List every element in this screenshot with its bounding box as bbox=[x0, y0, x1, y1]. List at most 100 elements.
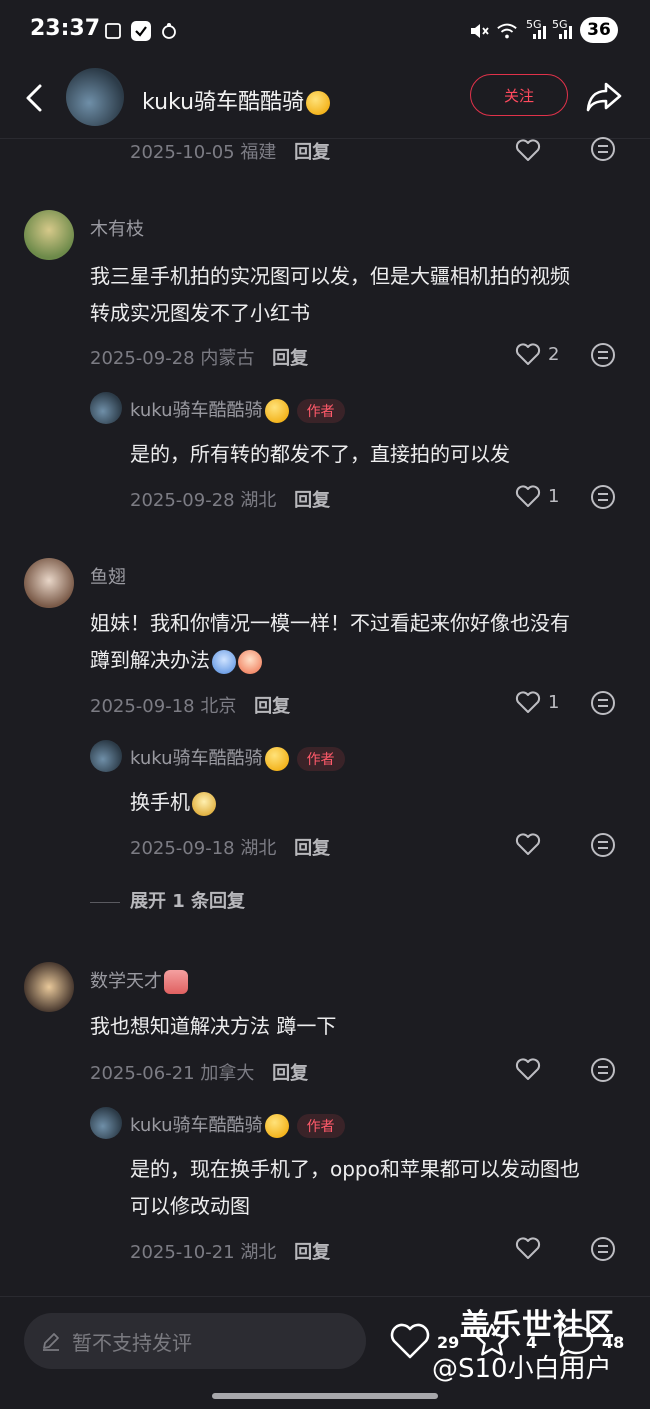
reply-text-line: 可以修改动图 bbox=[130, 1194, 250, 1218]
commenter-name-text: 数学天才 bbox=[90, 971, 162, 992]
comment-menu-icon bbox=[591, 691, 615, 715]
comment-date: 2025-09-28 bbox=[130, 490, 235, 511]
author-avatar[interactable] bbox=[66, 68, 124, 126]
status-time: 23:37 bbox=[30, 16, 101, 41]
like-button[interactable]: 2 bbox=[514, 340, 559, 368]
status-bar: 23:37 5G 5G 36 bbox=[0, 0, 650, 62]
like-count: 1 bbox=[548, 691, 560, 713]
reply-text: 是的，所有转的都发不了，直接拍的可以发 bbox=[130, 442, 510, 466]
reply-author-name: kuku骑车酷酷骑 bbox=[130, 400, 263, 421]
like-button[interactable]: 1 bbox=[514, 482, 559, 510]
author-name[interactable]: kuku骑车酷酷骑 bbox=[142, 84, 331, 116]
author-name-text: kuku骑车酷酷骑 bbox=[142, 90, 305, 115]
like-button[interactable] bbox=[514, 136, 542, 168]
like-button[interactable] bbox=[514, 1055, 542, 1087]
reply-author[interactable]: kuku骑车酷酷骑 作者 bbox=[130, 744, 345, 771]
more-options-button[interactable] bbox=[590, 690, 616, 720]
comment-meta: 2025-09-18 湖北 回复 bbox=[130, 834, 330, 860]
more-options-button[interactable] bbox=[590, 1057, 616, 1087]
comment-input[interactable]: 暂不支持发评 bbox=[24, 1313, 366, 1369]
comment-text-line-2: 蹲到解决办法 bbox=[90, 642, 630, 679]
comment-menu-icon bbox=[591, 833, 615, 857]
commenter-avatar[interactable] bbox=[24, 558, 74, 608]
app-notification-icon bbox=[158, 20, 180, 42]
commenter-name[interactable]: 鱼翅 bbox=[90, 563, 126, 589]
comment-text-line: 姐妹！我和你情况一模一样！不过看起来你好像也没有 bbox=[90, 611, 570, 635]
watermark-community: 盖乐世社区 bbox=[460, 1308, 615, 1343]
comment-meta: 2025-09-18 北京 回复 bbox=[90, 692, 290, 718]
reply-text-line: 是的，现在换手机了，oppo和苹果都可以发动图也 bbox=[130, 1157, 580, 1181]
comment-date: 2025-09-18 bbox=[90, 696, 195, 717]
reply-button[interactable]: 回复 bbox=[294, 490, 330, 511]
pencil-icon bbox=[43, 1333, 59, 1351]
comment-text-line: 我三星手机拍的实况图可以发，但是大疆相机拍的视频 bbox=[90, 264, 570, 288]
like-button[interactable]: 1 bbox=[514, 688, 559, 716]
reply-author[interactable]: kuku骑车酷酷骑 作者 bbox=[130, 396, 345, 423]
comment-location: 福建 bbox=[240, 142, 277, 163]
more-options-button[interactable] bbox=[590, 1236, 616, 1266]
comment-location: 湖北 bbox=[240, 1242, 277, 1263]
commenter-name[interactable]: 数学天才 bbox=[90, 967, 188, 994]
reply-button[interactable]: 回复 bbox=[294, 838, 330, 859]
check-app-icon bbox=[130, 20, 152, 42]
dizzy-face-emoji-icon bbox=[264, 399, 289, 423]
reply-button[interactable]: 回复 bbox=[254, 696, 290, 717]
share-button[interactable] bbox=[584, 76, 624, 116]
comment-menu-icon bbox=[591, 1237, 615, 1261]
crying-emoji-icon bbox=[238, 649, 262, 674]
heart-icon bbox=[515, 485, 541, 507]
expand-replies-button[interactable]: 展开 1 条回复 bbox=[90, 887, 245, 913]
comment-meta: 2025-09-28 内蒙古 回复 bbox=[90, 344, 308, 370]
heart-icon bbox=[390, 1323, 430, 1359]
like-count: 1 bbox=[548, 485, 560, 507]
commenter-name[interactable]: 木有枝 bbox=[90, 215, 144, 241]
more-options-button[interactable] bbox=[590, 484, 616, 514]
reply-button[interactable]: 回复 bbox=[294, 1242, 330, 1263]
more-options-button[interactable] bbox=[590, 136, 616, 166]
follow-button[interactable]: 关注 bbox=[470, 74, 568, 116]
author-avatar-small[interactable] bbox=[90, 392, 122, 424]
reply-author-name: kuku骑车酷酷骑 bbox=[130, 1115, 263, 1136]
back-button[interactable] bbox=[20, 80, 50, 116]
comment-location: 内蒙古 bbox=[200, 348, 255, 369]
comment-meta: 2025-09-28 湖北 回复 bbox=[130, 486, 330, 512]
comment-date: 2025-06-21 bbox=[90, 1063, 195, 1084]
comment-location: 加拿大 bbox=[200, 1063, 255, 1084]
author-tag: 作者 bbox=[296, 399, 345, 423]
like-note-button[interactable] bbox=[388, 1321, 432, 1365]
reply-text: 换手机 bbox=[130, 784, 216, 821]
dizzy-face-emoji-icon bbox=[306, 91, 331, 115]
comment-location: 北京 bbox=[200, 696, 237, 717]
comment-menu-icon bbox=[591, 485, 615, 509]
author-tag: 作者 bbox=[296, 747, 345, 771]
comment-date: 2025-10-21 bbox=[130, 1242, 235, 1263]
comment-date: 2025-09-18 bbox=[130, 838, 235, 859]
dizzy-face-emoji-icon bbox=[264, 747, 289, 771]
dizzy-face-emoji-icon bbox=[264, 1114, 289, 1138]
note-header: kuku骑车酷酷骑 关注 bbox=[0, 62, 650, 139]
reply-button[interactable]: 回复 bbox=[272, 1063, 308, 1084]
heart-icon bbox=[515, 139, 541, 161]
like-button[interactable] bbox=[514, 830, 542, 862]
comment-menu-icon bbox=[591, 343, 615, 367]
divider-line bbox=[90, 901, 120, 903]
author-avatar-small[interactable] bbox=[90, 740, 122, 772]
comment-meta: 2025-10-05 福建 回复 bbox=[130, 138, 330, 164]
signal-icon-2 bbox=[556, 20, 578, 42]
heart-icon bbox=[515, 343, 541, 365]
more-options-button[interactable] bbox=[590, 342, 616, 372]
reply-button[interactable]: 回复 bbox=[272, 348, 308, 369]
heart-icon bbox=[515, 691, 541, 713]
wifi-icon bbox=[496, 20, 518, 42]
reply-author[interactable]: kuku骑车酷酷骑 作者 bbox=[130, 1111, 345, 1138]
commenter-avatar[interactable] bbox=[24, 210, 74, 260]
screenshot-icon bbox=[102, 20, 124, 42]
more-options-button[interactable] bbox=[590, 832, 616, 862]
comment-meta: 2025-10-21 湖北 回复 bbox=[130, 1238, 330, 1264]
author-avatar-small[interactable] bbox=[90, 1107, 122, 1139]
like-button[interactable] bbox=[514, 1234, 542, 1266]
home-indicator[interactable] bbox=[212, 1393, 438, 1399]
commenter-avatar[interactable] bbox=[24, 962, 74, 1012]
reply-text-content: 换手机 bbox=[130, 790, 190, 814]
reply-button[interactable]: 回复 bbox=[294, 142, 330, 163]
